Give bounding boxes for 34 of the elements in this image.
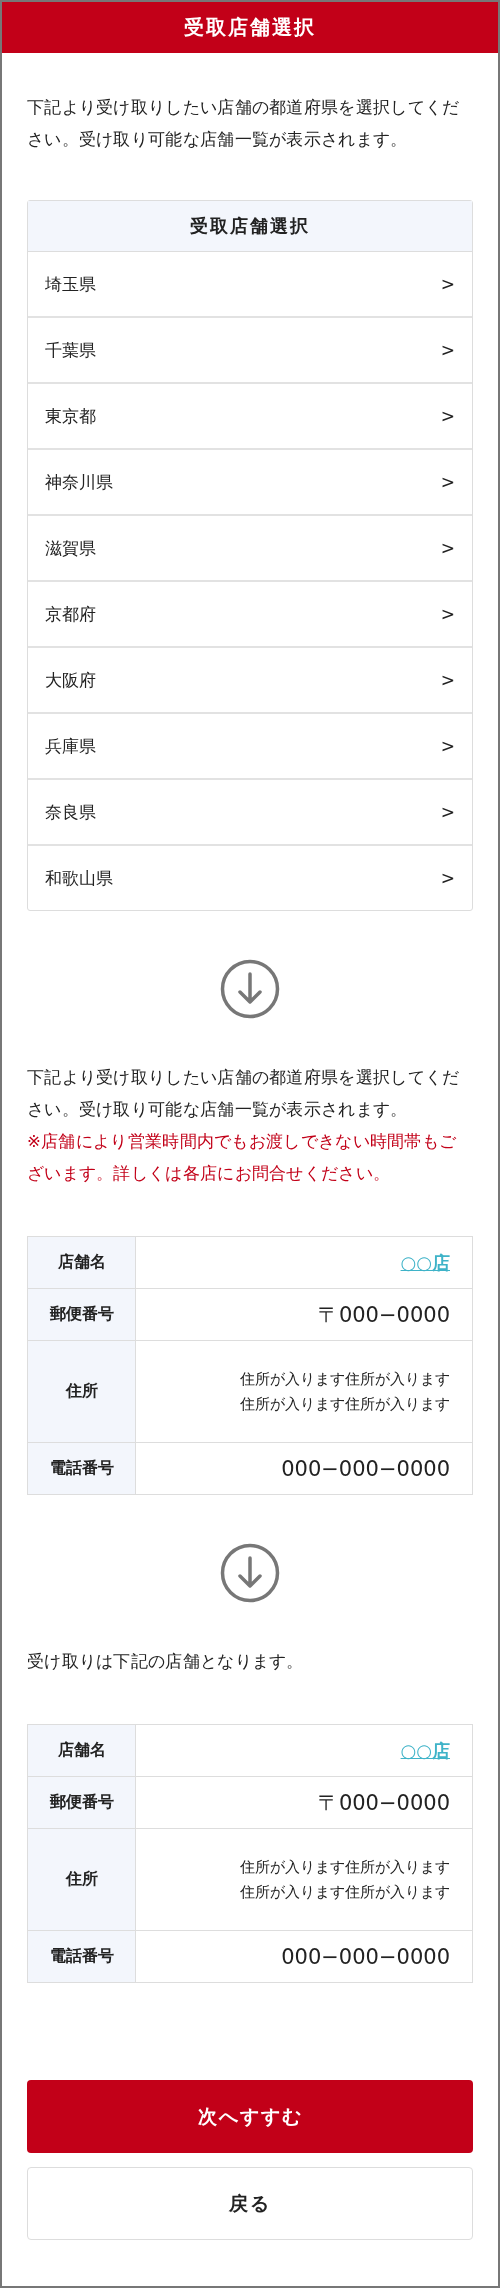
action-button[interactable]: 戻る [27, 2167, 473, 2240]
table-header-cell: 住所 [27, 1828, 136, 1931]
prefecture-item[interactable]: 千葉県 > [28, 318, 472, 384]
prefecture-item[interactable]: 和歌山県 > [28, 846, 472, 910]
table-cell: 000−000−0000 [135, 1930, 473, 1983]
table-header-cell: 郵便番号 [27, 1776, 136, 1829]
prefecture-item[interactable]: 滋賀県 > [28, 516, 472, 582]
down-arrow-circle-icon [220, 1543, 280, 1603]
action-button[interactable]: 次へすすむ [27, 2080, 473, 2153]
prefecture-item[interactable]: 神奈川県 > [28, 450, 472, 516]
table-cell: 住所が入ります住所が入ります 住所が入ります住所が入ります [135, 1828, 473, 1931]
prefecture-item[interactable]: 兵庫県 > [28, 714, 472, 780]
table-header-cell: 店舗名 [27, 1724, 136, 1777]
instruction-text: 下記より受け取りしたい店舗の都道府県を選択してください。受け取り可能な店舗一覧が表示されます。 [27, 1067, 461, 1121]
page-title: 受取店舗選択 [184, 14, 316, 41]
instruction-text: 受け取りは下記の店舗となります。 [27, 1651, 305, 1673]
prefecture-item[interactable]: 大阪府 > [28, 648, 472, 714]
panel-title: 受取店舗選択 [190, 214, 310, 238]
warning-text: ※店舗により営業時間内でもお渡しできない時間帯もございます。詳しくは各店にお問合せください。 [27, 1131, 458, 1185]
instruction-text: 下記より受け取りしたい店舗の都道府県を選択してください。受け取り可能な店舗一覧が表示されます。 [27, 97, 461, 151]
table-header-cell: 住所 [27, 1340, 136, 1443]
down-arrow-circle-icon [220, 959, 280, 1019]
prefecture-item[interactable]: 東京都 > [28, 384, 472, 450]
table-header-cell: 電話番号 [27, 1442, 136, 1495]
table-cell: 〒000−0000 [135, 1776, 473, 1829]
table-cell: 〒000−0000 [135, 1288, 473, 1341]
table-header-cell: 郵便番号 [27, 1288, 136, 1341]
table-cell: 000−000−0000 [135, 1442, 473, 1495]
table-header-cell: 店舗名 [27, 1236, 136, 1289]
prefecture-item[interactable]: 奈良県 > [28, 780, 472, 846]
prefecture-item[interactable]: 京都府 > [28, 582, 472, 648]
table-header-cell: 電話番号 [27, 1930, 136, 1983]
table-cell: 住所が入ります住所が入ります 住所が入ります住所が入ります [135, 1340, 473, 1443]
prefecture-item[interactable]: 埼玉県 > [28, 252, 472, 318]
